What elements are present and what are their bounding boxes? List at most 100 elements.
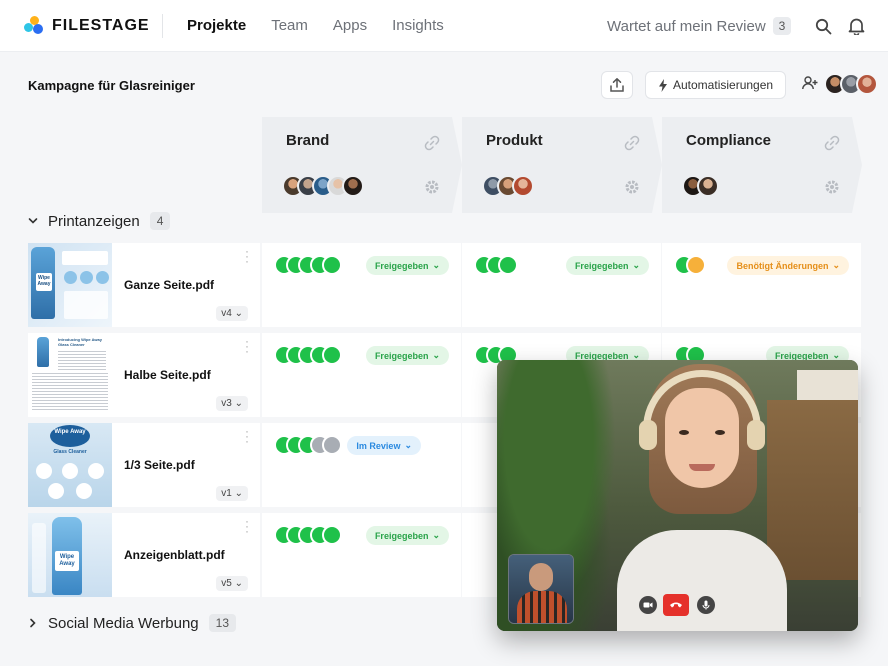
chevron-down-icon: ⌄ [432, 350, 440, 360]
file-name[interactable]: Anzeigenblatt.pdf [124, 548, 225, 562]
group-count: 4 [149, 212, 171, 230]
hangup-button[interactable] [663, 594, 689, 616]
version-label: v5 [221, 578, 232, 589]
link-icon[interactable] [624, 135, 640, 151]
version-select[interactable]: v1 ⌄ [216, 486, 248, 501]
mic-icon [702, 600, 710, 610]
file-name[interactable]: Ganze Seite.pdf [124, 278, 214, 292]
review-cell[interactable]: Freigegeben ⌄ [262, 333, 461, 417]
automations-label: Automatisierungen [673, 78, 774, 92]
invite-member-button[interactable] [802, 76, 818, 95]
team-avatars[interactable] [824, 73, 878, 95]
status-badge[interactable]: Freigegeben ⌄ [365, 256, 449, 275]
lightning-icon [659, 78, 667, 92]
chevron-right-icon[interactable] [28, 618, 38, 628]
group-name: Printanzeigen [48, 212, 140, 230]
step-reviewers[interactable] [482, 175, 534, 197]
reviewer-dots [674, 255, 706, 275]
main-nav: Projekte Team Apps Insights [187, 17, 444, 34]
review-cell[interactable]: Freigegeben ⌄ [262, 243, 461, 327]
step-brand[interactable]: Brand [262, 117, 462, 213]
version-select[interactable]: v3 ⌄ [216, 396, 248, 411]
wall [797, 370, 858, 400]
approved-dot [498, 255, 518, 275]
awaiting-review-link[interactable]: Wartet auf mein Review 3 [607, 17, 792, 35]
top-bar: FILESTAGE Projekte Team Apps Insights Wa… [0, 0, 888, 52]
file-name[interactable]: 1/3 Seite.pdf [124, 458, 195, 472]
video-call-window[interactable] [497, 360, 858, 631]
file-row[interactable]: Wipe Away Ganze Seite.pdf · · · v4 ⌄ [28, 243, 260, 327]
awaiting-review-label: Wartet auf mein Review [607, 17, 766, 35]
review-cell[interactable]: Benötigt Änderungen ⌄ [662, 243, 861, 327]
group-social-media-werbung[interactable]: Social Media Werbung 13 [28, 614, 236, 632]
file-name[interactable]: Halbe Seite.pdf [124, 368, 211, 382]
status-badge[interactable]: Benötigt Änderungen ⌄ [727, 256, 849, 275]
kebab-icon[interactable]: · · · [245, 245, 249, 267]
approved-dot [322, 525, 342, 545]
automations-button[interactable]: Automatisierungen [645, 71, 787, 99]
status-badge[interactable]: Freigegeben ⌄ [365, 526, 449, 545]
pending-dot [322, 435, 342, 455]
gear-icon[interactable] [424, 179, 440, 195]
avatar [342, 175, 364, 197]
review-cell[interactable]: Freigegeben ⌄ [262, 513, 461, 597]
search-icon [815, 18, 831, 34]
thumbnail-label: Wipe Away [36, 273, 52, 291]
notifications-button[interactable] [845, 15, 867, 37]
group-name: Social Media Werbung [48, 614, 199, 632]
step-produkt[interactable]: Produkt [462, 117, 662, 213]
chevron-down-icon: ⌄ [404, 440, 412, 450]
logo-mark-icon [24, 16, 46, 36]
chevron-down-icon[interactable] [28, 216, 38, 226]
nav-item-apps[interactable]: Apps [333, 17, 367, 34]
version-label: v3 [221, 398, 232, 409]
file-thumbnail[interactable]: Wipe Away [28, 243, 112, 327]
brand-logo[interactable]: FILESTAGE [24, 16, 150, 36]
avatar [856, 73, 878, 95]
file-row[interactable]: Wipe Away Glass Cleaner 1/3 Seite.pdf · ·… [28, 423, 260, 507]
hangup-icon [670, 602, 682, 608]
group-printanzeigen[interactable]: Printanzeigen 4 [28, 212, 171, 230]
review-cell[interactable]: Im Review ⌄ [262, 423, 461, 507]
version-label: v4 [221, 308, 232, 319]
status-badge[interactable]: Freigegeben ⌄ [365, 346, 449, 365]
link-icon[interactable] [424, 135, 440, 151]
link-icon[interactable] [824, 135, 840, 151]
step-reviewers[interactable] [682, 175, 719, 197]
reviewer-dots [274, 525, 342, 545]
export-button[interactable] [601, 71, 633, 99]
nav-item-team[interactable]: Team [271, 17, 308, 34]
search-button[interactable] [812, 15, 834, 37]
add-user-icon [802, 76, 818, 90]
chevron-down-icon: ⌄ [432, 530, 440, 540]
step-title: Brand [286, 132, 330, 149]
gear-icon[interactable] [624, 179, 640, 195]
microphone-button[interactable] [697, 596, 715, 614]
thumbnail-label: Wipe Away [50, 425, 90, 447]
file-row[interactable]: Wipe Away Anzeigenblatt.pdf · · · v5 ⌄ [28, 513, 260, 597]
step-reviewers[interactable] [282, 175, 364, 197]
file-thumbnail[interactable]: Wipe Away Glass Cleaner [28, 423, 112, 507]
status-badge[interactable]: Im Review ⌄ [347, 436, 421, 455]
status-label: Freigegeben [574, 260, 629, 271]
file-row[interactable]: Introducing Wipe Away Glass Cleaner Halb… [28, 333, 260, 417]
nav-item-insights[interactable]: Insights [392, 17, 444, 34]
chevron-down-icon: ⌄ [632, 260, 640, 270]
upload-icon [610, 78, 624, 92]
kebab-icon[interactable]: · · · [245, 425, 249, 447]
file-thumbnail[interactable]: Wipe Away [28, 513, 112, 597]
camera-button[interactable] [639, 596, 657, 614]
status-label: Benötigt Änderungen [736, 260, 829, 271]
step-title: Compliance [686, 132, 772, 149]
self-view[interactable] [508, 554, 574, 624]
status-badge[interactable]: Freigegeben ⌄ [565, 256, 649, 275]
nav-item-projekte[interactable]: Projekte [187, 17, 246, 34]
version-select[interactable]: v4 ⌄ [216, 306, 248, 321]
kebab-icon[interactable]: · · · [245, 515, 249, 537]
kebab-icon[interactable]: · · · [245, 335, 249, 357]
gear-icon[interactable] [824, 179, 840, 195]
file-thumbnail[interactable]: Introducing Wipe Away Glass Cleaner [28, 333, 112, 417]
review-cell[interactable]: Freigegeben ⌄ [462, 243, 661, 327]
version-select[interactable]: v5 ⌄ [216, 576, 248, 591]
step-compliance[interactable]: Compliance [662, 117, 862, 213]
